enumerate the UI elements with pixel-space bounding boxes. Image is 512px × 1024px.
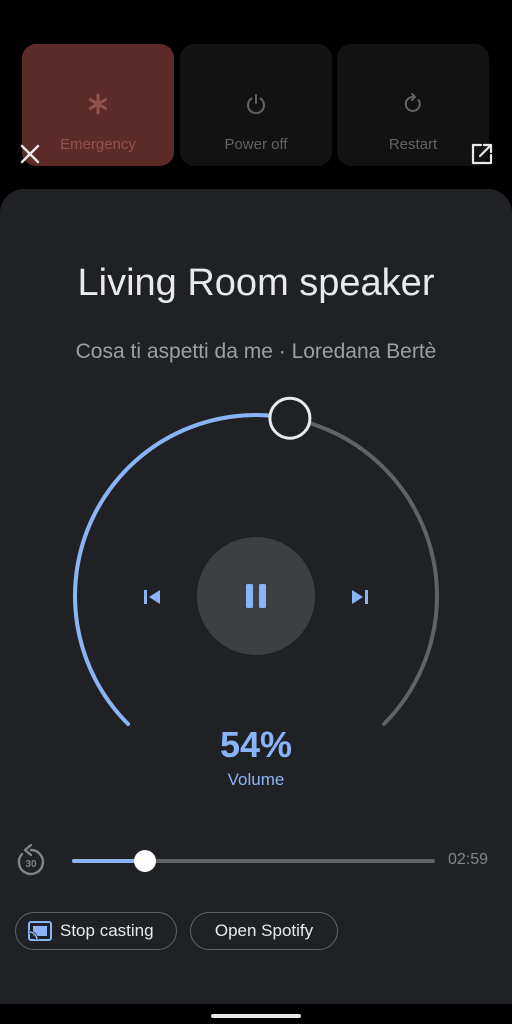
skip-previous-icon xyxy=(144,590,160,604)
previous-button[interactable] xyxy=(140,585,164,609)
replay-30-button[interactable]: 30 xyxy=(14,842,48,878)
stop-casting-label: Stop casting xyxy=(60,921,154,940)
stop-casting-button[interactable]: Stop casting xyxy=(15,912,177,950)
home-indicator[interactable] xyxy=(211,1014,301,1018)
open-spotify-label: Open Spotify xyxy=(214,921,314,940)
open-spotify-button[interactable]: Open Spotify xyxy=(190,912,338,950)
pause-button[interactable] xyxy=(197,537,315,655)
skip-next-icon xyxy=(352,590,368,604)
next-button[interactable] xyxy=(348,585,372,609)
volume-percent: 54% xyxy=(219,724,293,765)
replay-30-icon: 30 xyxy=(17,843,45,876)
volume-dial[interactable] xyxy=(0,0,512,1024)
volume-label: Volume xyxy=(227,770,285,789)
cast-icon xyxy=(28,921,52,941)
seek-thumb[interactable] xyxy=(133,850,156,872)
seek-bar[interactable] xyxy=(72,850,435,872)
duration: 02:59 xyxy=(448,851,489,868)
replay-30-label: 30 xyxy=(25,859,37,870)
pause-icon xyxy=(246,584,266,608)
volume-knob xyxy=(268,396,312,440)
